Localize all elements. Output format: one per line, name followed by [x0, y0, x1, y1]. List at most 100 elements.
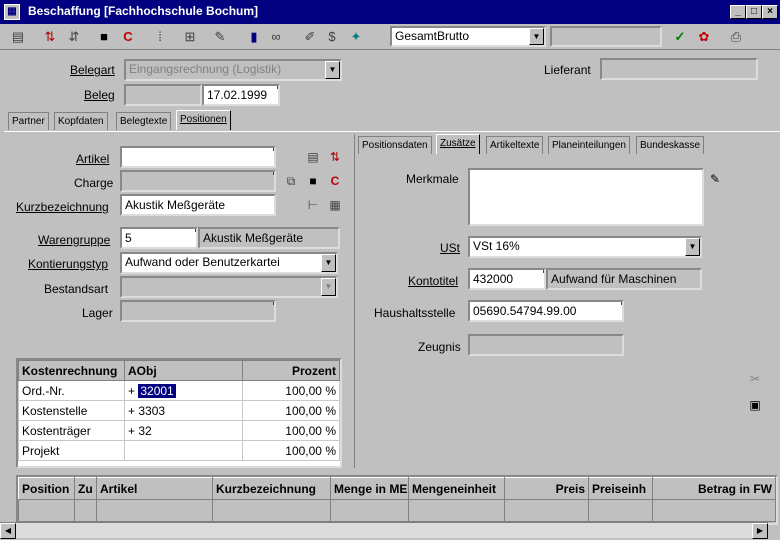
- chevron-down-icon[interactable]: ▼: [321, 254, 336, 272]
- table-cell[interactable]: [588, 499, 653, 522]
- filter-icon[interactable]: ⊞: [180, 27, 200, 47]
- column-header-preiseinh[interactable]: Preiseinh: [588, 477, 653, 500]
- prozent-value[interactable]: 100,00 %: [242, 420, 340, 441]
- warengruppe-field[interactable]: 5: [120, 227, 198, 249]
- column-header-menge[interactable]: Menge in ME: [330, 477, 409, 500]
- panel-divider: [354, 134, 355, 468]
- dollar-icon[interactable]: $: [322, 27, 342, 47]
- application-icon[interactable]: ▦: [4, 4, 20, 20]
- aobj-value-selected[interactable]: 32001: [138, 383, 176, 398]
- column-header-kurzbezeichnung[interactable]: Kurzbezeichnung: [212, 477, 331, 500]
- edit-icon[interactable]: ✎: [210, 27, 230, 47]
- window-title: Beschaffung [Fachhochschule Bochum]: [28, 4, 259, 18]
- binoculars-icon[interactable]: ∞: [266, 27, 286, 47]
- column-header-betrag[interactable]: Betrag in FW: [652, 477, 776, 500]
- table-row[interactable]: [18, 499, 776, 522]
- copyright-icon[interactable]: C: [118, 27, 138, 47]
- table-cell[interactable]: [96, 499, 213, 522]
- tree-icon[interactable]: ⊢: [304, 196, 322, 214]
- belegart-label: Belegart: [70, 63, 115, 77]
- table-cell[interactable]: [212, 499, 331, 522]
- tab-planeinteilungen[interactable]: Planeinteilungen: [548, 136, 630, 154]
- save-icon[interactable]: ■: [94, 27, 114, 47]
- artikel-label: Artikel: [76, 152, 110, 166]
- table-cell[interactable]: [408, 499, 505, 522]
- table-row[interactable]: Projekt 100,00 %: [18, 440, 340, 461]
- kontierungstyp-select[interactable]: Aufwand oder Benutzerkartei ▼: [120, 252, 338, 274]
- table-cell[interactable]: [330, 499, 409, 522]
- tab-zusaetze[interactable]: Zusätze: [436, 134, 480, 154]
- tab-kopfdaten[interactable]: Kopfdaten: [54, 112, 108, 130]
- table-cell[interactable]: [504, 499, 589, 522]
- chevron-down-icon[interactable]: ▼: [685, 238, 700, 256]
- table-row[interactable]: Kostenstelle + 3303 100,00 %: [18, 400, 340, 421]
- positions-table[interactable]: Position Zu Artikel Kurzbezeichnung Meng…: [16, 475, 778, 525]
- notes-icon[interactable]: ▦: [326, 196, 344, 214]
- column-header-kostenrechnung[interactable]: Kostenrechnung: [18, 360, 125, 381]
- scroll-left-icon[interactable]: ◀: [0, 523, 16, 539]
- aobj-cell[interactable]: + 3303: [124, 400, 243, 421]
- minimize-button[interactable]: _: [730, 5, 746, 19]
- beleg-number-field: [124, 84, 202, 106]
- scroll-right-icon[interactable]: ▶: [752, 523, 768, 539]
- prozent-value[interactable]: 100,00 %: [242, 440, 340, 461]
- table-cell[interactable]: [18, 499, 75, 522]
- kontotitel-field[interactable]: 432000: [468, 268, 546, 290]
- copyright-icon[interactable]: C: [326, 172, 344, 190]
- checkmark-icon[interactable]: ✓: [670, 27, 690, 47]
- aobj-cell[interactable]: + 32001: [124, 380, 243, 401]
- tab-positionen[interactable]: Positionen: [176, 110, 231, 130]
- edit-note-icon[interactable]: ✎: [706, 170, 724, 188]
- column-header-artikel[interactable]: Artikel: [96, 477, 213, 500]
- kurzbezeichnung-field[interactable]: Akustik Meßgeräte: [120, 194, 276, 216]
- table-row[interactable]: Kostenträger + 32 100,00 %: [18, 420, 340, 441]
- column-header-position[interactable]: Position: [18, 477, 75, 500]
- lieferant-label: Lieferant: [544, 63, 591, 77]
- tab-partner[interactable]: Partner: [8, 112, 49, 130]
- chevron-down-icon[interactable]: ▼: [529, 28, 544, 45]
- aobj-cell[interactable]: + 32: [124, 420, 243, 441]
- merkmale-textarea[interactable]: [468, 168, 704, 226]
- close-button[interactable]: ×: [762, 5, 778, 19]
- sort-down-icon[interactable]: ⇵: [64, 27, 84, 47]
- column-header-preis[interactable]: Preis: [504, 477, 589, 500]
- sort-icon[interactable]: ⇅: [326, 148, 344, 166]
- ust-select[interactable]: VSt 16% ▼: [468, 236, 702, 258]
- calendar-icon[interactable]: ▣: [746, 396, 764, 414]
- column-header-prozent[interactable]: Prozent: [242, 360, 340, 381]
- table-cell[interactable]: [652, 499, 776, 522]
- chart-icon[interactable]: ▮: [244, 27, 264, 47]
- kostenrechnung-table[interactable]: Kostenrechnung AObj Prozent Ord.-Nr. + 3…: [16, 358, 342, 468]
- tab-belegtexte[interactable]: Belegtexte: [116, 112, 172, 130]
- horizontal-scrollbar[interactable]: ◀ ▶: [0, 522, 768, 539]
- prozent-value[interactable]: 100,00 %: [242, 400, 340, 421]
- tab-artikeltexte[interactable]: Artikeltexte: [486, 136, 544, 154]
- list-icon[interactable]: ▤: [8, 27, 28, 47]
- tab-bundeskasse[interactable]: Bundeskasse: [636, 136, 705, 154]
- pause-icon[interactable]: ⁞: [150, 27, 170, 47]
- maximize-button[interactable]: □: [746, 5, 762, 19]
- tab-positionsdaten[interactable]: Positionsdaten: [358, 136, 432, 154]
- beleg-date-field[interactable]: 17.02.1999: [202, 84, 280, 106]
- pen-icon[interactable]: ✐: [300, 27, 320, 47]
- copy-icon[interactable]: ⧉: [282, 172, 300, 190]
- table-row[interactable]: Ord.-Nr. + 32001 100,00 %: [18, 380, 340, 401]
- artikel-field[interactable]: [120, 146, 276, 168]
- column-header-mengeneinheit[interactable]: Mengeneinheit: [408, 477, 505, 500]
- toolbar-select[interactable]: GesamtBrutto ▼: [390, 26, 546, 47]
- save-icon[interactable]: ■: [304, 172, 322, 190]
- column-header-zu[interactable]: Zu: [74, 477, 97, 500]
- printer-icon[interactable]: ⎙: [726, 27, 746, 47]
- haushaltsstelle-field[interactable]: 05690.54794.99.00: [468, 300, 624, 322]
- document-icon[interactable]: ▤: [304, 148, 322, 166]
- beleg-label: Beleg: [84, 88, 115, 102]
- puzzle-icon[interactable]: ✿: [694, 27, 714, 47]
- tools-icon[interactable]: ✂: [746, 370, 764, 388]
- row-name: Projekt: [18, 440, 125, 461]
- stamp-icon[interactable]: ✦: [346, 27, 366, 47]
- table-cell[interactable]: [74, 499, 97, 522]
- column-header-aobj[interactable]: AObj: [124, 360, 243, 381]
- aobj-cell[interactable]: [124, 440, 243, 461]
- prozent-value[interactable]: 100,00 %: [242, 380, 340, 401]
- sort-up-icon[interactable]: ⇅: [40, 27, 60, 47]
